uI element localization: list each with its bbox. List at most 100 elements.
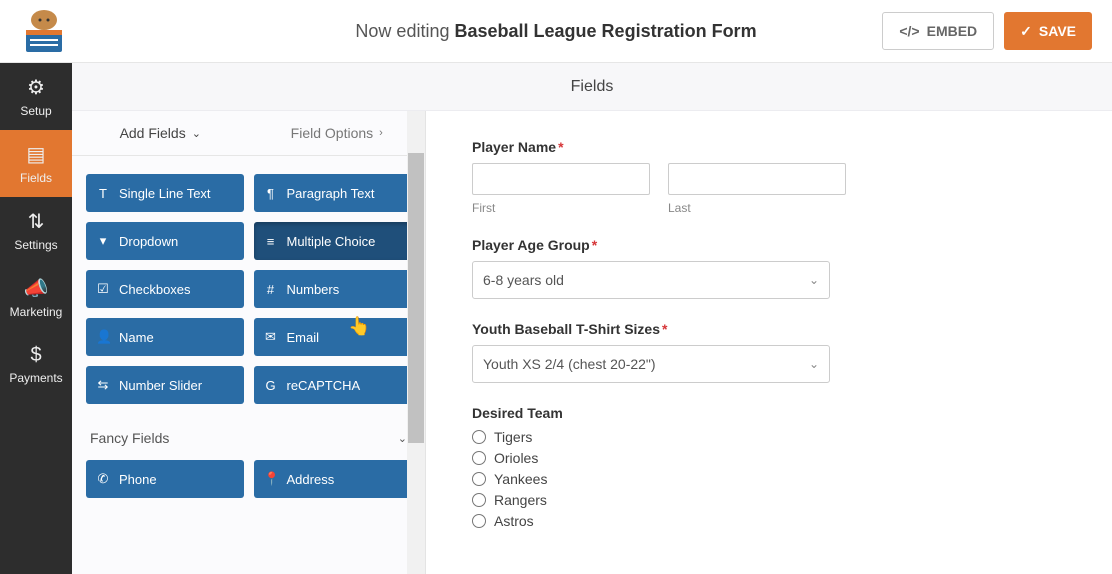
sublabel-first: First (472, 201, 650, 215)
shirt-size-select[interactable]: Youth XS 2/4 (chest 20-22") ⌄ (472, 345, 830, 383)
field-dropdown[interactable]: ▾Dropdown (86, 222, 244, 260)
save-button[interactable]: SAVE (1004, 12, 1092, 50)
embed-label: EMBED (927, 23, 978, 39)
group-label: Fancy Fields (90, 430, 169, 446)
pin-icon: 📍 (264, 471, 278, 487)
sidebar-item-label: Marketing (10, 305, 63, 319)
text-icon: T (96, 186, 110, 201)
field-single-line-text[interactable]: TSingle Line Text (86, 174, 244, 212)
form-field-shirt-size[interactable]: Youth Baseball T-Shirt Sizes* Youth XS 2… (472, 321, 1112, 383)
sidebar-item-label: Setup (20, 104, 51, 118)
radio-label: Yankees (494, 471, 547, 487)
last-name-input[interactable] (668, 163, 846, 195)
tab-field-options[interactable]: Field Options › (249, 111, 426, 155)
radio-option[interactable]: Rangers (472, 492, 1112, 508)
recaptcha-icon: G (264, 378, 278, 393)
save-label: SAVE (1039, 23, 1076, 39)
field-checkboxes[interactable]: ☑ Checkboxes (86, 270, 244, 308)
tab-label: Add Fields (120, 125, 186, 141)
chevron-down-icon: ⌄ (809, 273, 819, 287)
field-paragraph-text[interactable]: ¶ Paragraph Text (254, 174, 412, 212)
field-numbers[interactable]: # Numbers (254, 270, 412, 308)
field-label: Name (119, 330, 154, 345)
radio-label: Orioles (494, 450, 538, 466)
field-label: Numbers (287, 282, 340, 297)
field-label: reCAPTCHA (287, 378, 361, 393)
sidebar-item-setup[interactable]: ⚙ Setup (0, 63, 72, 130)
check-icon (1020, 23, 1032, 40)
list-icon: ≡ (264, 234, 278, 249)
select-value: Youth XS 2/4 (chest 20-22") (483, 356, 656, 372)
field-label: Number Slider (119, 378, 202, 393)
bullhorn-icon: 📣 (24, 276, 49, 301)
field-label: Email (287, 330, 320, 345)
scrollbar-track[interactable] (407, 111, 425, 574)
radio-option[interactable]: Tigers (472, 429, 1112, 445)
field-label: Checkboxes (119, 282, 191, 297)
field-recaptcha[interactable]: GreCAPTCHA (254, 366, 412, 404)
form-field-age-group[interactable]: Player Age Group* 6-8 years old ⌄ (472, 237, 1112, 299)
radio-input[interactable] (472, 514, 486, 528)
scrollbar-thumb[interactable] (408, 153, 424, 443)
sublabel-last: Last (668, 201, 846, 215)
field-label: Phone (119, 472, 157, 487)
field-label: Paragraph Text (287, 186, 375, 201)
required-mark: * (662, 321, 667, 337)
group-fancy-fields[interactable]: Fancy Fields ⌄ (72, 414, 425, 456)
sidebar-item-marketing[interactable]: 📣 Marketing (0, 264, 72, 331)
chevron-down-icon: ⌄ (192, 127, 201, 140)
sidebar-item-settings[interactable]: ⇅ Settings (0, 197, 72, 264)
radio-label: Rangers (494, 492, 547, 508)
tab-label: Field Options (291, 125, 373, 141)
radio-option[interactable]: Astros (472, 513, 1112, 529)
chevron-right-icon: › (379, 127, 383, 139)
sidebar-item-payments[interactable]: $ Payments (0, 331, 72, 398)
hash-icon: # (264, 282, 278, 297)
radio-option[interactable]: Yankees (472, 471, 1112, 487)
envelope-icon: ✉ (264, 329, 278, 345)
form-field-player-name[interactable]: Player Name* First Last (472, 139, 1112, 215)
field-address[interactable]: 📍 Address (254, 460, 412, 498)
field-multiple-choice[interactable]: ≡ Multiple Choice (254, 222, 412, 260)
field-label: Desired Team (472, 405, 1112, 421)
radio-label: Tigers (494, 429, 532, 445)
embed-button[interactable]: </> EMBED (882, 12, 994, 50)
age-group-select[interactable]: 6-8 years old ⌄ (472, 261, 830, 299)
field-label: Player Age Group (472, 237, 590, 253)
dollar-icon: $ (30, 344, 41, 367)
sliders-icon: ⇅ (28, 209, 45, 234)
field-label: Dropdown (119, 234, 178, 249)
form-field-desired-team[interactable]: Desired Team Tigers Orioles Yankees Rang… (472, 405, 1112, 529)
radio-input[interactable] (472, 451, 486, 465)
slider-icon: ⇆ (96, 377, 110, 393)
field-number-slider[interactable]: ⇆ Number Slider (86, 366, 244, 404)
required-mark: * (558, 139, 563, 155)
title-prefix: Now editing (355, 21, 449, 41)
select-value: 6-8 years old (483, 272, 564, 288)
code-icon: </> (899, 23, 919, 39)
checkbox-icon: ☑ (96, 281, 110, 297)
radio-input[interactable] (472, 472, 486, 486)
first-name-input[interactable] (472, 163, 650, 195)
field-name[interactable]: 👤Name (86, 318, 244, 356)
radio-input[interactable] (472, 493, 486, 507)
radio-input[interactable] (472, 430, 486, 444)
radio-option[interactable]: Orioles (472, 450, 1112, 466)
tab-add-fields[interactable]: Add Fields ⌄ (72, 111, 249, 155)
required-mark: * (592, 237, 597, 253)
chevron-down-icon: ⌄ (398, 432, 407, 445)
radio-label: Astros (494, 513, 534, 529)
sidebar-item-fields[interactable]: ▤ Fields (0, 130, 72, 197)
phone-icon: ✆ (96, 471, 110, 487)
field-email[interactable]: ✉ Email (254, 318, 412, 356)
field-label: Player Name (472, 139, 556, 155)
sidebar-item-label: Fields (20, 171, 52, 185)
field-label: Address (287, 472, 335, 487)
form-preview: Player Name* First Last (426, 111, 1112, 574)
gear-icon: ⚙ (27, 75, 45, 100)
form-icon: ▤ (27, 142, 46, 167)
field-label: Multiple Choice (287, 234, 376, 249)
field-phone[interactable]: ✆ Phone (86, 460, 244, 498)
paragraph-icon: ¶ (264, 186, 278, 201)
sidebar: ⚙ Setup ▤ Fields ⇅ Settings 📣 Marketing … (0, 63, 72, 574)
